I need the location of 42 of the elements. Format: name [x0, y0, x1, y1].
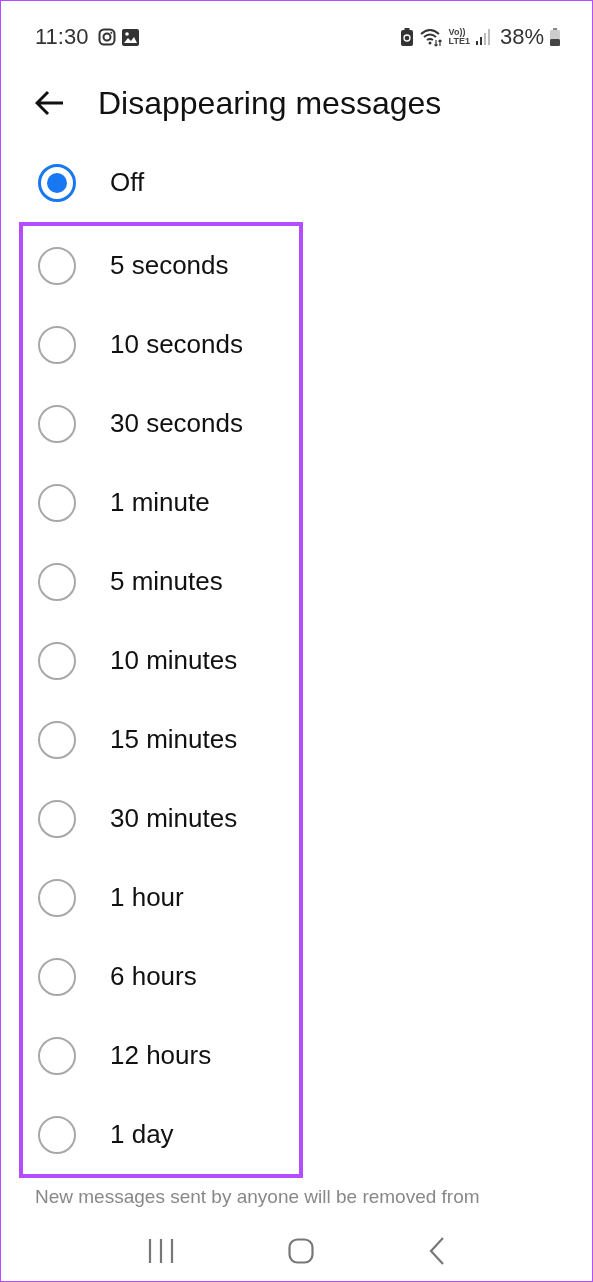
- radio-button[interactable]: [38, 163, 76, 202]
- radio-button[interactable]: [38, 957, 76, 996]
- radio-button[interactable]: [38, 246, 76, 285]
- radio-option[interactable]: 10 seconds: [23, 305, 299, 384]
- radio-option[interactable]: 1 day: [23, 1095, 299, 1174]
- radio-button[interactable]: [38, 878, 76, 917]
- radio-option[interactable]: 5 seconds: [23, 226, 299, 305]
- volte-label: Vo)): [448, 28, 466, 37]
- radio-button[interactable]: [38, 1115, 76, 1154]
- wifi-icon: [418, 27, 443, 47]
- radio-option[interactable]: 12 hours: [23, 1016, 299, 1095]
- radio-option[interactable]: Off: [23, 143, 303, 222]
- battery-saver-icon: [400, 28, 413, 46]
- signal-icon: [475, 29, 490, 45]
- camera-icon: [98, 28, 117, 46]
- battery-percent: 38%: [499, 24, 544, 50]
- radio-option[interactable]: 30 seconds: [23, 384, 299, 463]
- radio-option[interactable]: 1 minute: [23, 463, 299, 542]
- radio-option[interactable]: 15 minutes: [23, 700, 299, 779]
- radio-option[interactable]: 6 hours: [23, 937, 299, 1016]
- radio-button[interactable]: [38, 404, 76, 443]
- radio-option[interactable]: 30 minutes: [23, 779, 299, 858]
- radio-option[interactable]: 5 minutes: [23, 542, 299, 621]
- radio-button[interactable]: [38, 483, 76, 522]
- back-icon[interactable]: [428, 1237, 445, 1265]
- screen-title: Disappearing messages: [98, 84, 442, 122]
- clock-time: 11:30: [35, 24, 89, 50]
- radio-button[interactable]: [38, 799, 76, 838]
- recent-apps-icon[interactable]: [148, 1238, 175, 1264]
- radio-button[interactable]: [38, 325, 76, 364]
- home-icon[interactable]: [288, 1238, 315, 1264]
- radio-button[interactable]: [38, 1036, 76, 1075]
- radio-button[interactable]: [38, 641, 76, 680]
- footer-note: New messages sent by anyone will be removed from: [34, 1185, 481, 1209]
- back-arrow-icon: [35, 90, 65, 116]
- radio-option[interactable]: 1 hour: [23, 858, 299, 937]
- radio-button[interactable]: [38, 720, 76, 759]
- network-label: LTE1: [448, 37, 470, 46]
- image-icon: [122, 28, 140, 46]
- battery-icon: [550, 28, 560, 46]
- radio-option[interactable]: 10 minutes: [23, 621, 299, 700]
- radio-button[interactable]: [38, 562, 76, 601]
